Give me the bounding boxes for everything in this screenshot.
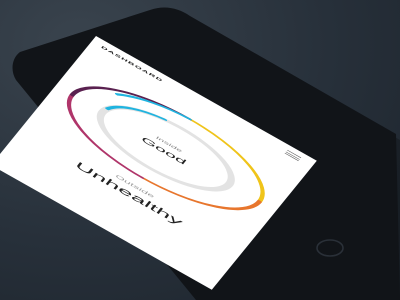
phone-device: DASHBOARD Inside Good Outside Unhealthy [0, 0, 400, 300]
hamburger-menu-icon[interactable] [283, 149, 303, 163]
